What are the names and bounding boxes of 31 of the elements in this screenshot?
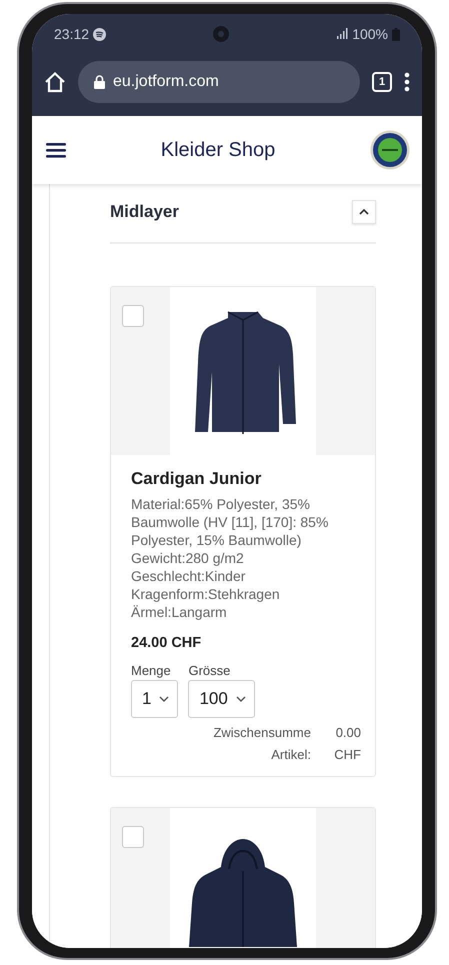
- lock-icon: [94, 75, 105, 89]
- battery-icon: [392, 28, 400, 40]
- size-label: Grösse: [188, 663, 232, 678]
- select-checkbox[interactable]: [122, 826, 144, 848]
- music-app-icon: [93, 28, 106, 40]
- subtotal-value: 0.00 CHF: [333, 724, 361, 764]
- product-name: Cardigan Junior: [131, 469, 262, 489]
- select-checkbox[interactable]: [122, 305, 144, 327]
- clock-time: 23:12: [54, 26, 90, 42]
- product-description: Material:65% Polyester, 35% Baumwolle (HV [11], [170]: 85% Polyester, 15% Baumwolle) Gewicht:280 g/m2 Geschlecht:Kinder Kragenform:Stehkragen Ärmel:Langarm: [131, 495, 330, 621]
- subtotal-label: Zwischensumme Artikel:: [212, 724, 311, 764]
- more-menu-icon[interactable]: [404, 72, 410, 92]
- caret-icon: [159, 696, 170, 702]
- product-price: 24.00 CHF: [131, 635, 202, 651]
- tab-count-button[interactable]: 1: [372, 72, 392, 92]
- chevron-up-icon: [359, 209, 369, 215]
- home-icon[interactable]: [44, 71, 66, 93]
- address-bar[interactable]: eu.jotform.com: [78, 61, 360, 103]
- signal-icon: [336, 28, 348, 40]
- battery-percentage: 100%: [352, 26, 388, 42]
- caret-icon: [236, 696, 246, 702]
- size-dropdown[interactable]: 100: [188, 680, 255, 718]
- url-text: eu.jotform.com: [113, 73, 219, 91]
- club-logo-icon: [370, 130, 410, 170]
- page-title: Kleider Shop: [160, 138, 276, 162]
- menu-icon[interactable]: [46, 142, 66, 158]
- quantity-dropdown[interactable]: 1: [131, 680, 178, 718]
- quantity-label: Menge: [131, 663, 172, 678]
- collapse-button[interactable]: [352, 200, 376, 224]
- section-title: Midlayer: [110, 202, 179, 222]
- camera-icon: [213, 26, 230, 42]
